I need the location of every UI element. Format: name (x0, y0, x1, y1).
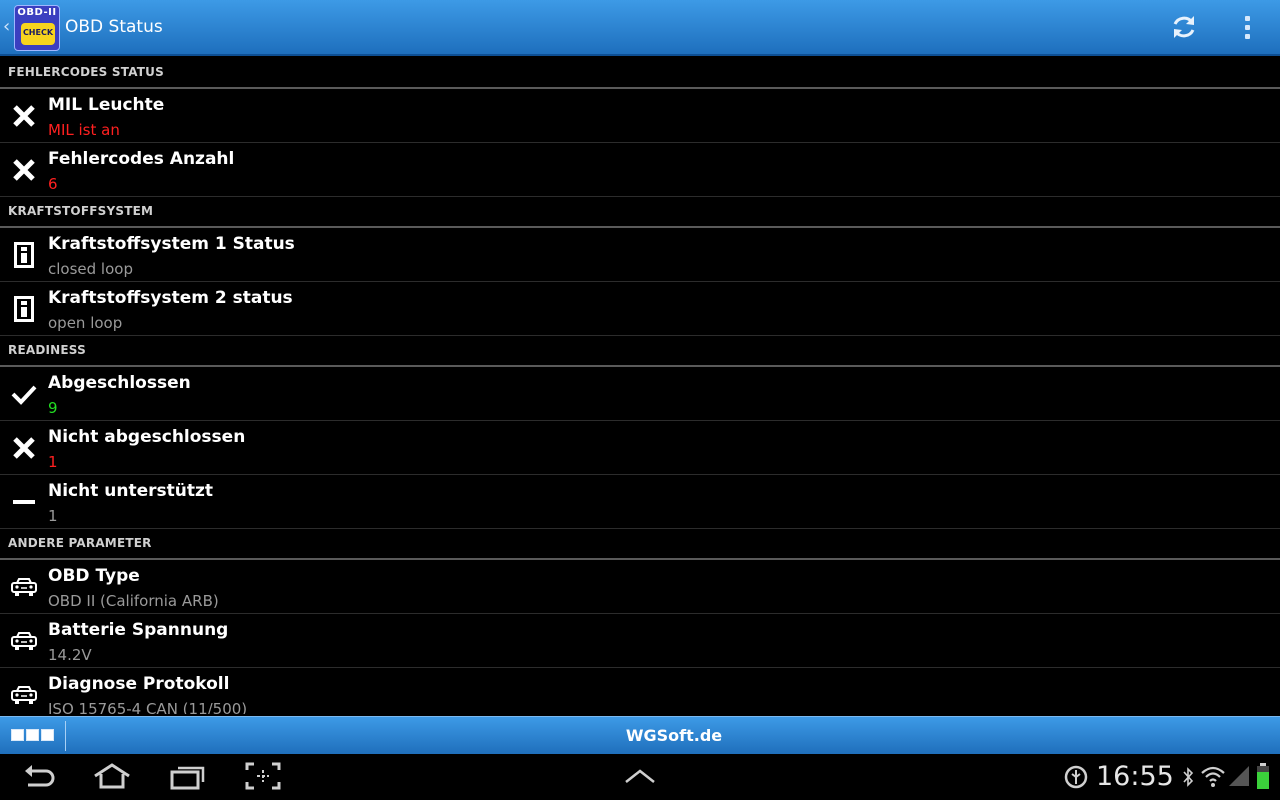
list-item[interactable]: Batterie Spannung 14.2V (0, 614, 1280, 668)
refresh-icon[interactable] (1170, 13, 1198, 41)
item-label: Batterie Spannung (48, 620, 229, 640)
page-title: OBD Status (65, 17, 163, 37)
screenshot-icon[interactable] (245, 762, 281, 790)
up-navigation-icon[interactable]: ‹ (3, 16, 10, 37)
wifi-icon (1201, 766, 1225, 787)
item-value: 1 (48, 507, 58, 525)
cross-icon (10, 434, 38, 462)
item-value: OBD II (California ARB) (48, 592, 219, 610)
list-item[interactable]: OBD Type OBD II (California ARB) (0, 560, 1280, 614)
list-item[interactable]: Kraftstoffsystem 2 status open loop (0, 282, 1280, 336)
item-value: 6 (48, 175, 58, 193)
recent-apps-icon[interactable] (170, 762, 206, 790)
car-icon (10, 573, 38, 601)
car-icon (10, 627, 38, 655)
dash-icon (10, 488, 38, 516)
list-item[interactable]: Fehlercodes Anzahl 6 (0, 143, 1280, 197)
item-label: Diagnose Protokoll (48, 674, 230, 694)
section-header: READINESS (0, 336, 1280, 367)
item-label: Abgeschlossen (48, 373, 191, 393)
logo-text-badge: CHECK (22, 28, 54, 37)
item-label: Nicht unterstützt (48, 481, 214, 501)
list-item[interactable]: Nicht unterstützt 1 (0, 475, 1280, 529)
item-value: 14.2V (48, 646, 92, 664)
item-label: Kraftstoffsystem 1 Status (48, 234, 295, 254)
list-item[interactable]: Diagnose Protokoll ISO 15765-4 CAN (11/50… (0, 668, 1280, 714)
car-icon (10, 681, 38, 709)
section-header: FEHLERCODES STATUS (0, 58, 1280, 89)
item-label: Nicht abgeschlossen (48, 427, 246, 447)
item-label: OBD Type (48, 566, 140, 586)
home-icon[interactable] (92, 762, 132, 790)
system-navigation-bar: 16:55 (0, 754, 1280, 800)
usb-debug-icon (1064, 765, 1088, 789)
app-logo-icon[interactable]: OBD-II CHECK (14, 5, 60, 51)
logo-text-top: OBD-II (17, 7, 57, 18)
info-icon (10, 241, 38, 269)
item-value: 9 (48, 399, 58, 417)
list-item[interactable]: Nicht abgeschlossen 1 (0, 421, 1280, 475)
list-item[interactable]: Kraftstoffsystem 1 Status closed loop (0, 228, 1280, 282)
overflow-menu-icon[interactable] (1238, 14, 1258, 42)
list-item[interactable]: Abgeschlossen 9 (0, 367, 1280, 421)
battery-icon (1257, 763, 1269, 789)
item-value: 1 (48, 453, 58, 471)
item-label: MIL Leuchte (48, 95, 165, 115)
item-value: ISO 15765-4 CAN (11/500) (48, 700, 248, 714)
section-header: ANDERE PARAMETER (0, 529, 1280, 560)
back-icon[interactable] (22, 762, 56, 790)
engine-check-icon: CHECK (21, 23, 55, 45)
bluetooth-icon (1183, 767, 1194, 787)
info-icon (10, 295, 38, 323)
item-label: Fehlercodes Anzahl (48, 149, 235, 169)
item-value: closed loop (48, 260, 133, 278)
section-header: KRAFTSTOFFSYSTEM (0, 197, 1280, 228)
item-value: open loop (48, 314, 123, 332)
up-chevron-icon[interactable] (624, 762, 656, 790)
cross-icon (10, 156, 38, 184)
action-bar: ‹ OBD-II CHECK OBD Status (0, 0, 1280, 56)
bottom-bar-title[interactable]: WGSoft.de (0, 726, 1280, 745)
clock: 16:55 (1096, 761, 1174, 792)
bottom-bar: WGSoft.de (0, 716, 1280, 754)
status-list[interactable]: FEHLERCODES STATUS MIL Leuchte MIL ist an F… (0, 58, 1280, 714)
item-value: MIL ist an (48, 121, 120, 139)
cross-icon (10, 102, 38, 130)
item-label: Kraftstoffsystem 2 status (48, 288, 293, 308)
check-icon (10, 380, 38, 408)
list-item[interactable]: MIL Leuchte MIL ist an (0, 89, 1280, 143)
signal-icon (1229, 766, 1249, 786)
